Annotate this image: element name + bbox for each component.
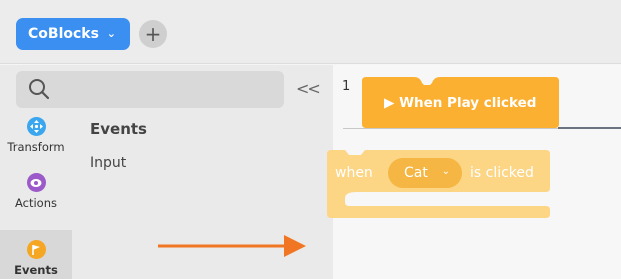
category-label: Actions	[14, 196, 57, 210]
when-play-clicked-block[interactable]: ▶ When Play clicked	[362, 77, 559, 128]
category-label: Events	[14, 263, 58, 277]
category-label: Transform	[7, 140, 65, 154]
sprite-name: Cat	[404, 165, 428, 181]
when-sprite-clicked-block-preview[interactable]: when Cat ⌄ is clicked	[327, 150, 550, 220]
line-divider-accent	[558, 127, 621, 129]
sprite-dropdown[interactable]: Cat ⌄	[388, 158, 462, 188]
blocks-palette: << Transform Actions Events Events Input	[0, 65, 333, 279]
project-selector-button[interactable]: CoBlocks ⌄	[16, 18, 130, 50]
category-actions[interactable]: Actions	[0, 173, 72, 223]
line-number: 1	[342, 79, 351, 94]
drag-arrow-icon	[158, 235, 306, 257]
eye-icon	[26, 173, 46, 192]
search-icon	[29, 79, 50, 100]
code-workspace[interactable]: 1 ▶ When Play clicked when Cat ⌄ is clic…	[327, 65, 621, 279]
flag-icon	[26, 240, 46, 259]
category-transform[interactable]: Transform	[0, 117, 72, 167]
palette-group-item-input[interactable]: Input	[90, 155, 126, 171]
add-project-button[interactable]: +	[139, 20, 167, 48]
palette-group-title: Events	[90, 120, 147, 138]
chevron-down-icon: ⌄	[106, 27, 116, 40]
block-when-label: when	[335, 165, 373, 181]
block-clicked-label: is clicked	[470, 165, 534, 181]
block-label: ▶ When Play clicked	[384, 95, 537, 111]
category-events[interactable]: Events	[0, 230, 72, 279]
move-icon	[26, 117, 46, 136]
chevron-down-icon: ⌄	[441, 166, 450, 177]
search-input[interactable]	[16, 71, 284, 108]
collapse-palette-button[interactable]: <<	[296, 79, 321, 98]
project-name: CoBlocks	[28, 26, 99, 42]
top-bar: CoBlocks ⌄ +	[0, 0, 621, 64]
